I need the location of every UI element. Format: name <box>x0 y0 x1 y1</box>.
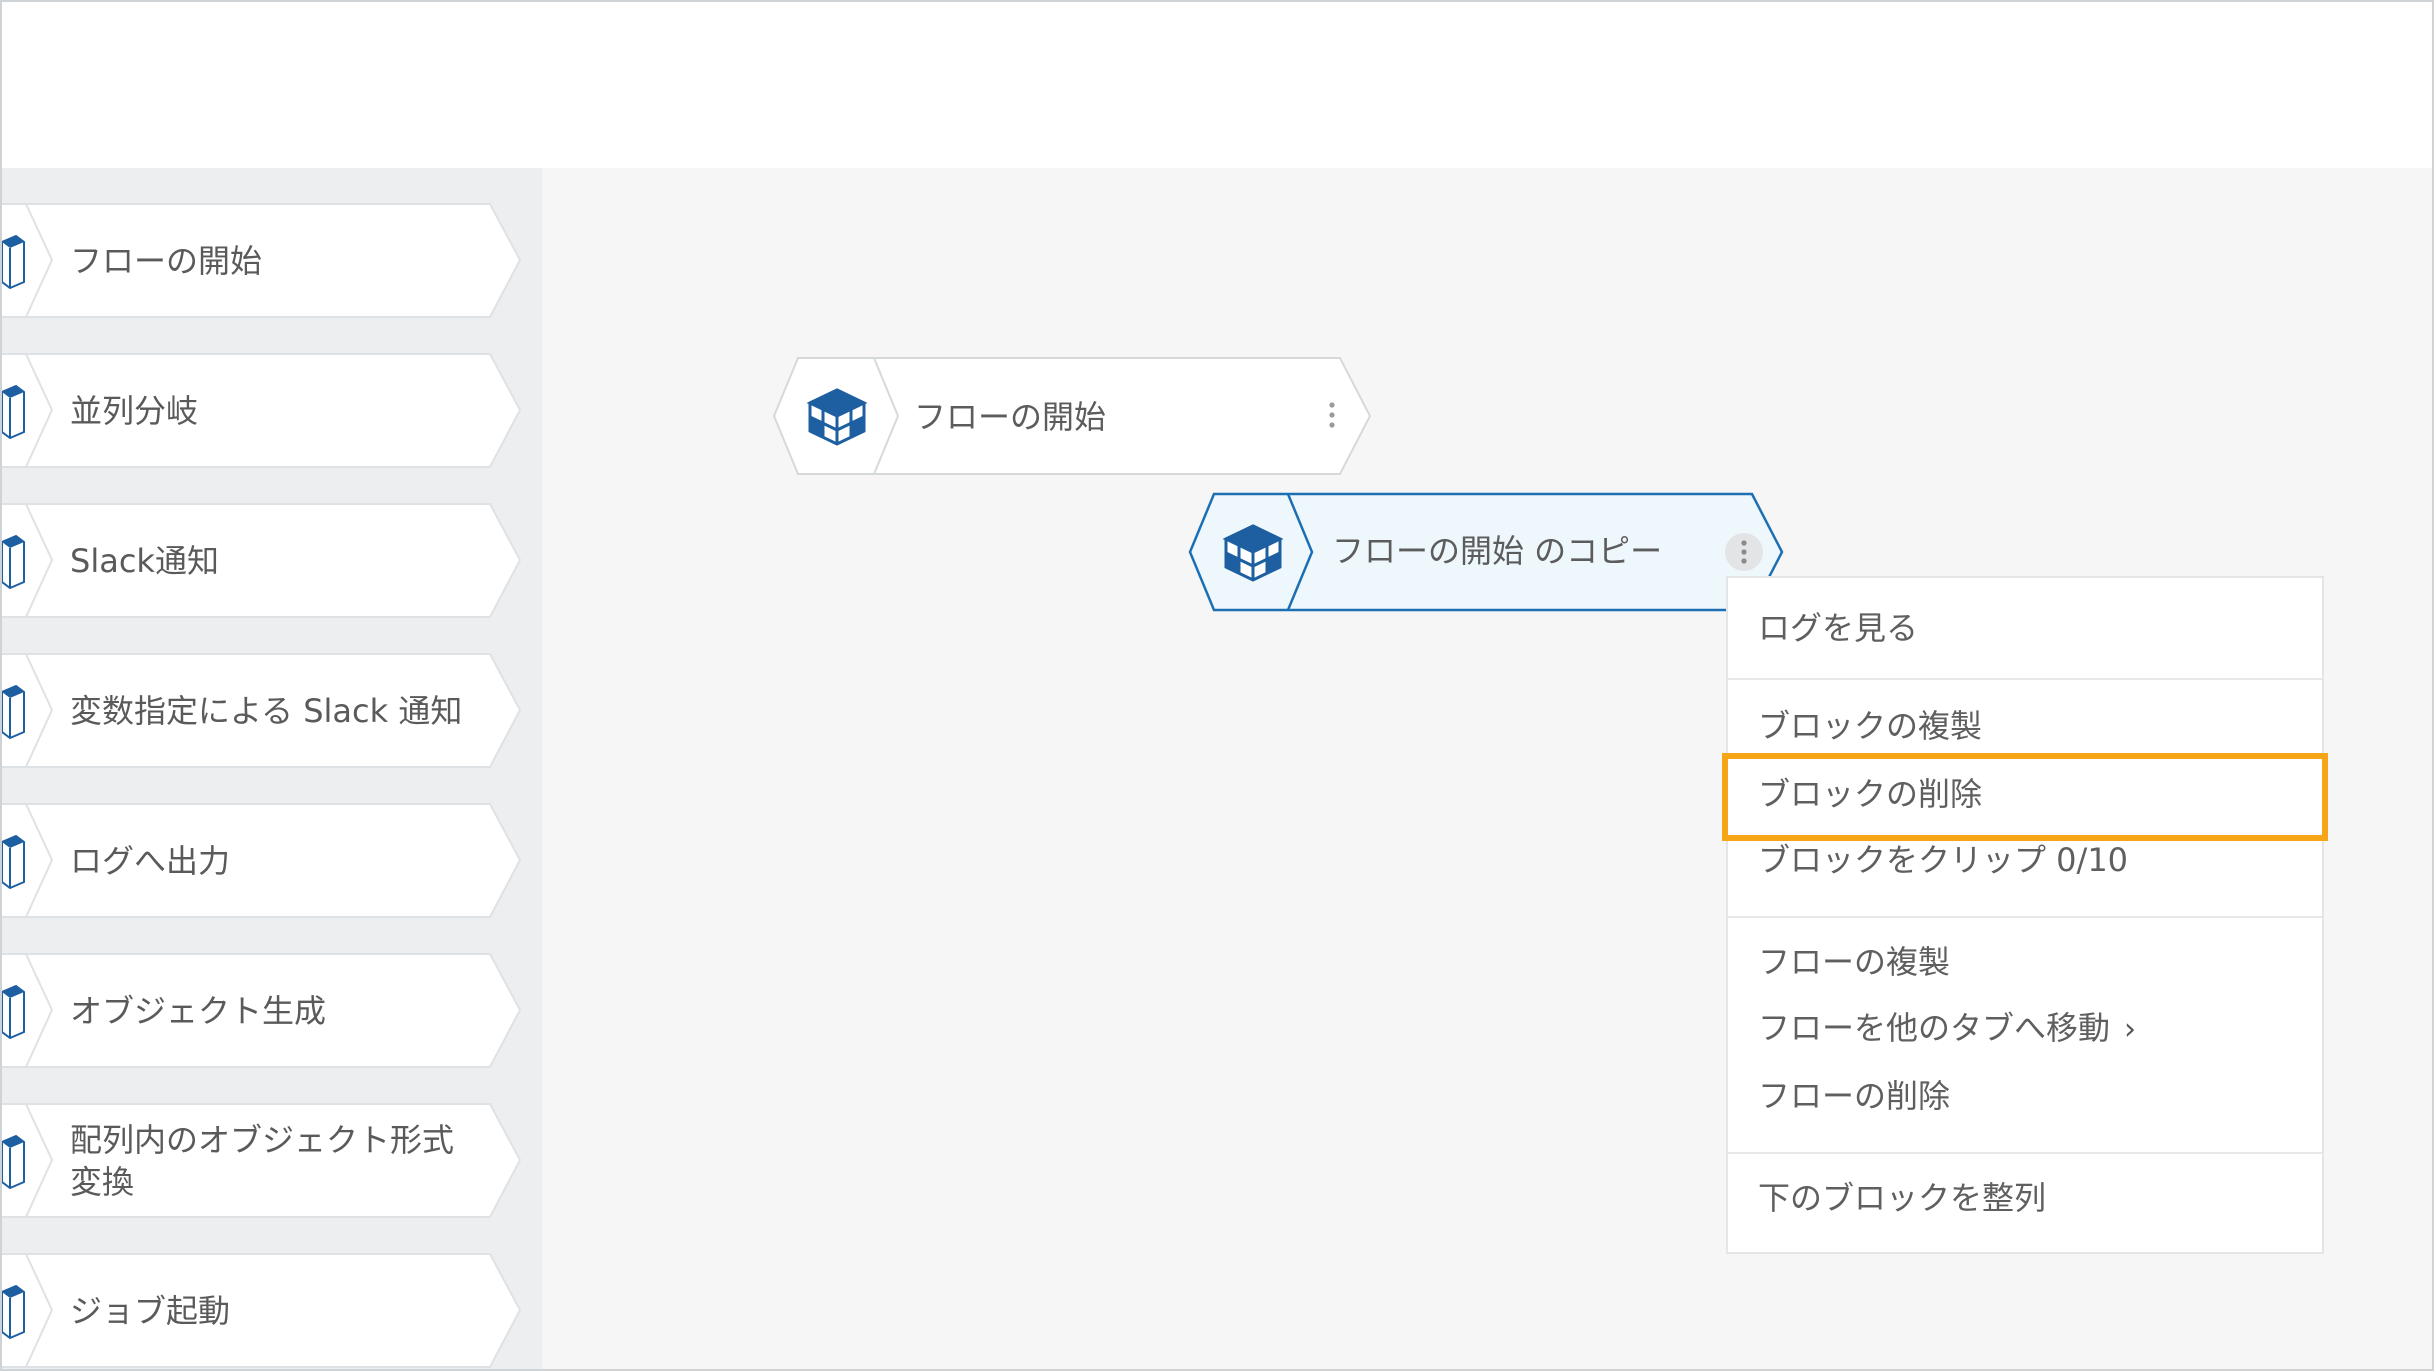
menu-divider <box>1728 916 2322 918</box>
menu-item-duplicate-flow[interactable]: フローの複製 <box>1758 942 1950 982</box>
block-label: フローの開始 のコピー <box>1332 532 1663 570</box>
palette-item-job-start[interactable]: ジョブ起動 <box>2 1252 522 1369</box>
palette-item-array-object-convert[interactable]: 配列内のオブジェクト形式変換 <box>2 1102 522 1219</box>
block-cube-icon <box>806 388 868 446</box>
palette-item-label: 並列分岐 <box>70 391 199 430</box>
block-cube-icon <box>2 684 25 740</box>
block-cube-icon <box>2 234 25 290</box>
menu-item-delete-flow[interactable]: フローの削除 <box>1758 1076 1950 1116</box>
block-cube-icon <box>2 834 25 890</box>
block-cube-icon <box>2 984 25 1040</box>
block-cube-icon <box>1222 524 1284 582</box>
flow-block-start-copy[interactable]: フローの開始 のコピー <box>1188 492 1788 612</box>
block-cube-icon <box>2 534 25 590</box>
palette-item-slack-notify[interactable]: Slack通知 <box>2 502 522 619</box>
palette-item-label: Slack通知 <box>70 541 219 580</box>
menu-item-clip-block[interactable]: ブロックをクリップ 0/10 <box>1758 840 2128 880</box>
block-context-menu: ログを見る ブロックの複製 ブロックの削除 ブロックをクリップ 0/10 フロー… <box>1726 576 2324 1254</box>
chevron-right-icon: › <box>2124 1012 2137 1047</box>
palette-item-object-create[interactable]: オブジェクト生成 <box>2 952 522 1069</box>
highlight-box <box>1722 753 2328 841</box>
block-cube-icon <box>2 1134 25 1190</box>
palette-item-flow-start[interactable]: フローの開始 <box>2 202 522 319</box>
palette-item-label: ログへ出力 <box>70 841 231 880</box>
palette-item-label: フローの開始 <box>70 241 263 280</box>
top-bar <box>2 2 2432 170</box>
palette-item-slack-notify-var[interactable]: 変数指定による Slack 通知 <box>2 652 522 769</box>
menu-item-move-flow-label: フローを他のタブへ移動 <box>1758 1009 2111 1047</box>
palette-item-parallel-branch[interactable]: 並列分岐 <box>2 352 522 469</box>
palette-item-label: オブジェクト生成 <box>70 991 327 1030</box>
flow-block-start[interactable]: フローの開始 <box>772 356 1372 476</box>
menu-item-duplicate-block[interactable]: ブロックの複製 <box>1758 706 1982 746</box>
menu-item-view-log[interactable]: ログを見る <box>1758 608 1918 648</box>
block-palette: フローの開始 並列分岐 Slack通知 変数指定による Slack 通知 ログへ… <box>2 168 542 1369</box>
palette-item-log-output[interactable]: ログへ出力 <box>2 802 522 919</box>
block-cube-icon <box>2 1284 25 1340</box>
palette-item-label: 変数指定による Slack 通知 <box>70 691 463 730</box>
block-cube-icon <box>2 384 25 440</box>
menu-divider <box>1728 1152 2322 1154</box>
kebab-menu-icon[interactable] <box>1724 532 1764 572</box>
block-label: フローの開始 <box>914 398 1107 436</box>
menu-item-move-flow[interactable]: フローを他のタブへ移動 › <box>1758 1008 2136 1050</box>
kebab-menu-icon[interactable] <box>1326 400 1338 430</box>
palette-item-label: ジョブ起動 <box>70 1291 231 1330</box>
palette-item-label: 配列内のオブジェクト形式変換 <box>70 1120 455 1201</box>
menu-item-align-below[interactable]: 下のブロックを整列 <box>1758 1178 2046 1218</box>
menu-divider <box>1728 678 2322 680</box>
